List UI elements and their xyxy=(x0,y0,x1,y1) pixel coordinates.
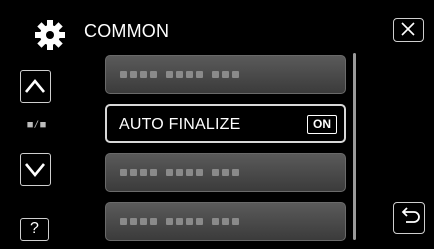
menu-item-disabled-3 xyxy=(105,202,346,241)
scroll-up-button[interactable] xyxy=(20,70,51,103)
menu-item-auto-finalize[interactable]: AUTO FINALIZE ON xyxy=(105,104,346,143)
close-icon xyxy=(401,22,415,36)
menu-header: COMMON xyxy=(0,0,434,52)
gear-icon xyxy=(35,20,65,50)
help-button[interactable]: ? xyxy=(20,218,49,241)
menu-item-disabled-2 xyxy=(105,153,346,192)
status-badge: ON xyxy=(307,115,337,134)
return-icon xyxy=(401,207,420,223)
close-button[interactable] xyxy=(393,18,424,42)
scrollbar[interactable] xyxy=(353,53,356,240)
menu-item-disabled-1 xyxy=(105,55,346,94)
chevron-down-icon xyxy=(24,163,46,178)
placeholder-text xyxy=(120,218,239,225)
menu-item-label: AUTO FINALIZE xyxy=(119,116,241,133)
page-title: COMMON xyxy=(84,21,170,41)
scroll-down-button[interactable] xyxy=(20,153,51,186)
page-indicator: ■/■ xyxy=(27,120,47,130)
placeholder-text xyxy=(120,71,239,78)
chevron-up-icon xyxy=(24,78,46,93)
back-button[interactable] xyxy=(393,202,425,234)
placeholder-text xyxy=(120,169,239,176)
